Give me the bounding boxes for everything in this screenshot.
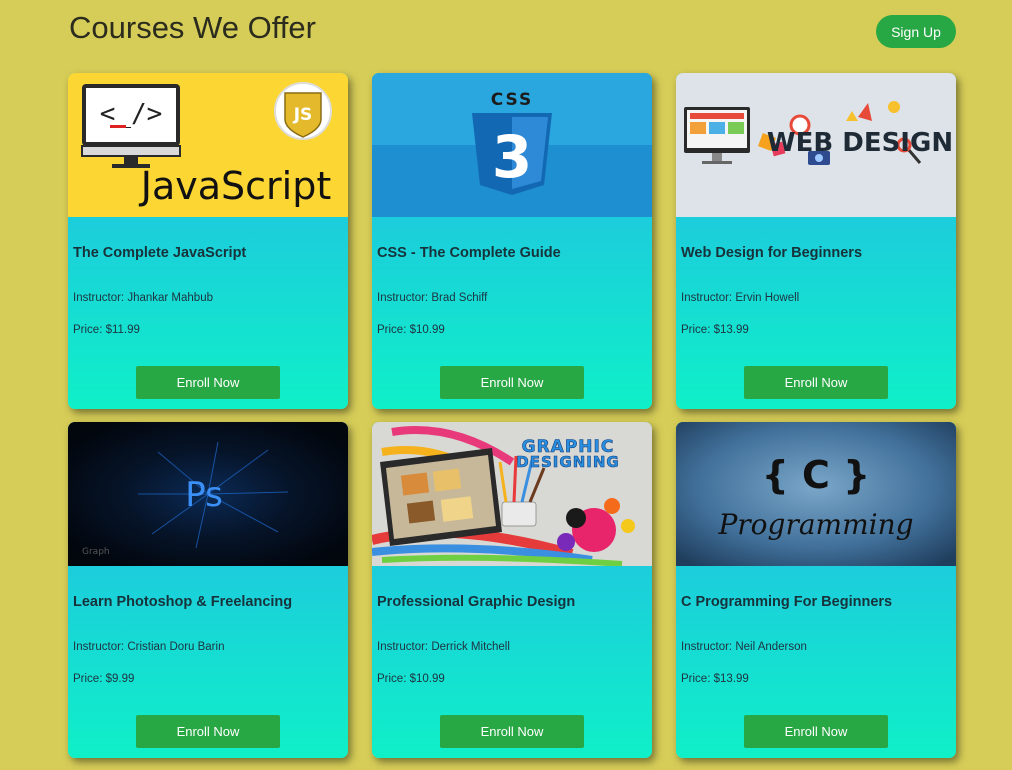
photoshop-logo-icon: Ps Graph xyxy=(68,422,348,566)
course-instructor: Instructor: Derrick Mitchell xyxy=(377,641,510,653)
svg-text:Graph: Graph xyxy=(82,547,110,557)
enroll-button[interactable]: Enroll Now xyxy=(440,366,584,399)
course-card: <_/> JS JavaScript The Complete JavaScri… xyxy=(68,73,348,409)
enroll-button[interactable]: Enroll Now xyxy=(744,366,888,399)
course-card: WEB DESIGN Web Design for Beginners Inst… xyxy=(676,73,956,409)
course-card: CSS 3 CSS - The Complete Guide Instructo… xyxy=(372,73,652,409)
course-card: Ps Graph Learn Photoshop & Freelancing I… xyxy=(68,422,348,758)
course-title: Web Design for Beginners xyxy=(681,245,863,261)
course-price: Price: $10.99 xyxy=(377,324,445,336)
web-design-illustration-icon: WEB DESIGN xyxy=(676,73,956,217)
course-price: Price: $10.99 xyxy=(377,673,445,685)
css3-shield-icon: CSS 3 xyxy=(372,73,652,217)
svg-text:Ps: Ps xyxy=(185,475,223,515)
svg-text:CSS: CSS xyxy=(491,90,534,110)
enroll-button[interactable]: Enroll Now xyxy=(744,715,888,748)
svg-text:JavaScript: JavaScript xyxy=(139,164,331,208)
course-title: The Complete JavaScript xyxy=(73,245,247,261)
course-title: Learn Photoshop & Freelancing xyxy=(73,594,293,610)
svg-text:WEB DESIGN: WEB DESIGN xyxy=(767,128,953,158)
svg-text:Programming: Programming xyxy=(717,508,913,541)
course-instructor: Instructor: Jhankar Mahbub xyxy=(73,292,213,304)
javascript-logo-icon: <_/> JS JavaScript xyxy=(68,73,348,217)
course-price: Price: $11.99 xyxy=(73,324,140,336)
enroll-button[interactable]: Enroll Now xyxy=(136,715,280,748)
course-title: Professional Graphic Design xyxy=(377,594,576,610)
graphic-design-illustration-icon: GRAPHIC DESIGNING xyxy=(372,422,652,566)
course-grid: <_/> JS JavaScript The Complete JavaScri… xyxy=(68,73,956,758)
course-instructor: Instructor: Cristian Doru Barin xyxy=(73,641,225,653)
sign-up-button[interactable]: Sign Up xyxy=(876,15,956,48)
svg-text:DESIGNING: DESIGNING xyxy=(516,453,619,471)
course-title: C Programming For Beginners xyxy=(681,594,893,610)
c-programming-logo-icon: { C } Programming xyxy=(676,422,956,566)
page-title: Courses We Offer xyxy=(69,10,316,45)
course-price: Price: $13.99 xyxy=(681,673,749,685)
svg-text:3: 3 xyxy=(492,123,532,191)
svg-text:<_/>: <_/> xyxy=(100,99,163,129)
course-card: { C } Programming C Programming For Begi… xyxy=(676,422,956,758)
course-instructor: Instructor: Brad Schiff xyxy=(377,292,488,304)
course-instructor: Instructor: Ervin Howell xyxy=(681,292,800,304)
svg-text:JS: JS xyxy=(293,105,313,125)
enroll-button[interactable]: Enroll Now xyxy=(440,715,584,748)
course-title: CSS - The Complete Guide xyxy=(377,245,561,261)
course-instructor: Instructor: Neil Anderson xyxy=(681,641,807,653)
course-card: GRAPHIC DESIGNING Professional Graphic D… xyxy=(372,422,652,758)
course-price: Price: $9.99 xyxy=(73,673,135,685)
svg-text:{ C }: { C } xyxy=(762,453,870,497)
enroll-button[interactable]: Enroll Now xyxy=(136,366,280,399)
course-price: Price: $13.99 xyxy=(681,324,749,336)
